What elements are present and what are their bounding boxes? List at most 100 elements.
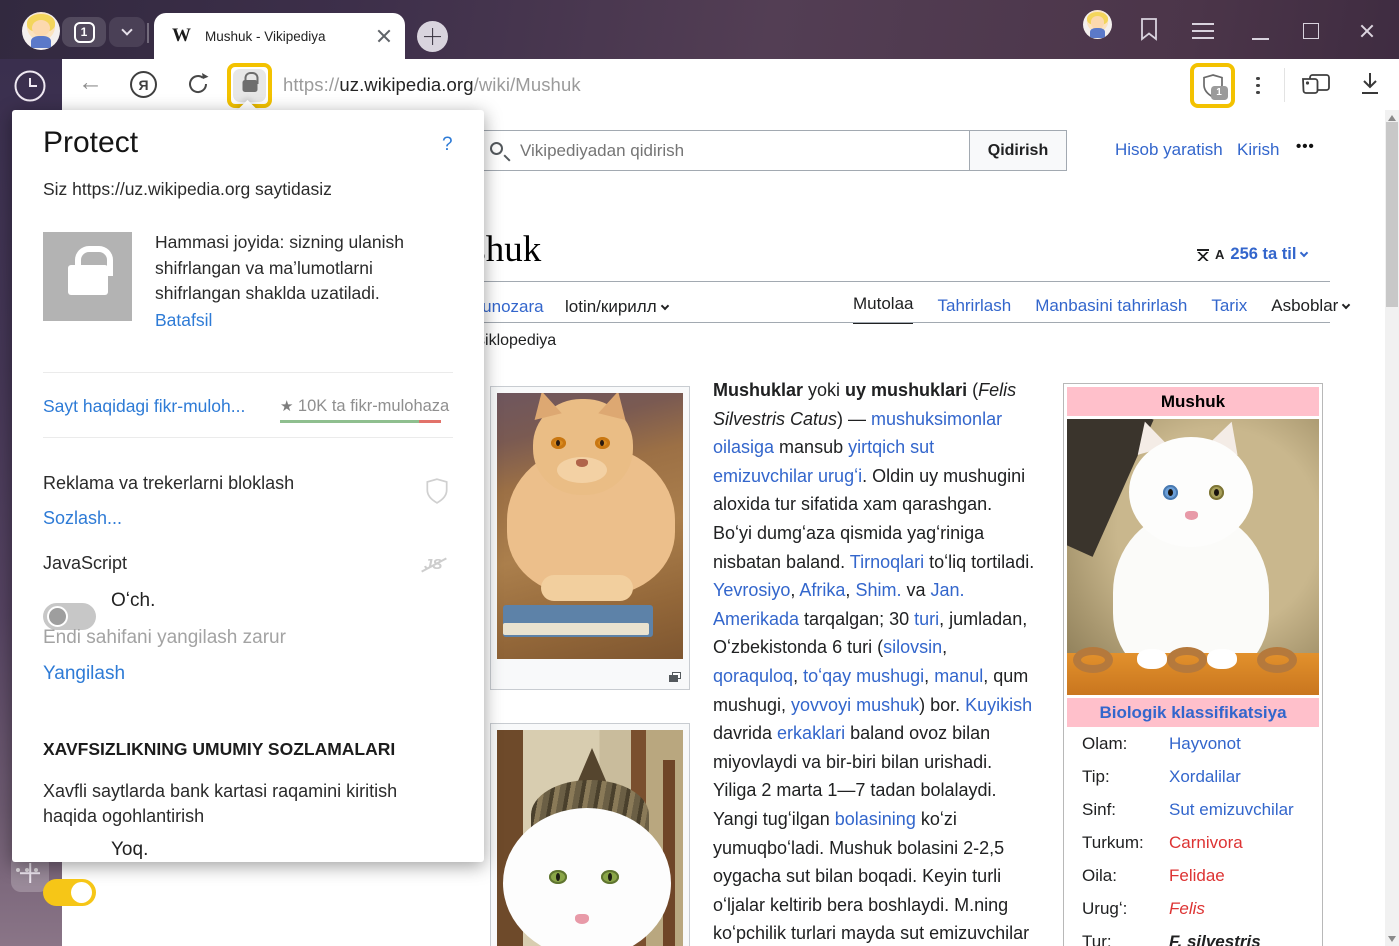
article-link[interactable]: Afrika [799, 580, 845, 600]
address-bar[interactable]: https://uz.wikipedia.org/wiki/Mushuk [283, 74, 581, 96]
taxonomy-value-link[interactable]: Hayvonot [1169, 734, 1241, 754]
bank-warning-text: Xavfli saytlarda bank kartasi raqamini k… [43, 779, 421, 829]
article-link[interactable]: bolasining [835, 809, 916, 829]
refresh-icon[interactable] [185, 71, 211, 97]
ads-settings-link[interactable]: Sozlash... [43, 508, 122, 529]
login-link[interactable]: Kirish [1237, 140, 1280, 160]
article-text: , [845, 580, 855, 600]
more-options-icon[interactable]: ••• [1296, 138, 1315, 155]
menu-icon[interactable] [1192, 23, 1214, 39]
shield-icon: 1 [1201, 73, 1225, 99]
tab-tarix[interactable]: Tarix [1211, 296, 1247, 324]
site-feedback-link[interactable]: Sayt haqidagi fikr-muloh... [43, 396, 245, 417]
tab-close-icon[interactable] [377, 29, 391, 43]
article-text: , [924, 666, 934, 686]
yandex-icon[interactable]: Я [130, 71, 157, 98]
languages-a: A [1215, 247, 1224, 262]
scrollbar-thumb[interactable] [1386, 122, 1398, 307]
tabby-white-cat-image[interactable] [497, 730, 683, 946]
bookmarks-icon[interactable] [1138, 16, 1160, 42]
maximize-button[interactable] [1303, 23, 1319, 39]
collections-icon[interactable] [1299, 71, 1333, 99]
article-text: ) bor. [919, 695, 965, 715]
wiki-search-box[interactable] [477, 130, 970, 171]
protect-shield-button[interactable]: 1 [1190, 63, 1235, 108]
bank-warning-toggle[interactable] [43, 879, 96, 906]
variant-dropdown[interactable]: lotin/кирилл [565, 297, 668, 317]
language-selector[interactable]: A 256 ta til [1196, 245, 1307, 264]
browser-window: Qidirish Hisob yaratish Kirish ••• Mushu… [0, 0, 1399, 946]
article-text: uy mushuklari [845, 380, 967, 400]
chevron-down-icon [1342, 300, 1350, 308]
create-account-link[interactable]: Hisob yaratish [1115, 140, 1223, 160]
article-link[interactable]: Shim. [855, 580, 901, 600]
search-button[interactable]: Qidirish [969, 130, 1067, 171]
tabstrip-divider [147, 23, 149, 43]
taxonomy-label: Tur: [1082, 932, 1169, 946]
feedback-count: 10K ta fikr-mulohaza [298, 397, 449, 415]
taxonomy-value-link[interactable]: Sut emizuvchilar [1169, 800, 1294, 820]
article-link[interactable]: Yevrosiyo [713, 580, 790, 600]
taxonomy-value-link[interactable]: Xordalilar [1169, 767, 1241, 787]
refresh-page-link[interactable]: Yangilash [43, 663, 125, 685]
tab-mutolaa[interactable]: Mutolaa [853, 294, 913, 324]
article-link[interactable]: turi [914, 609, 939, 629]
adblock-shield-icon [424, 477, 450, 505]
details-link[interactable]: Batafsil [155, 310, 212, 331]
search-icon [490, 142, 503, 155]
history-clock-icon[interactable] [13, 69, 47, 103]
tab-count-badge: 1 [74, 22, 95, 43]
taxonomy-value: F. silvestris [1169, 932, 1261, 946]
taxonomy-value-link[interactable]: Felidae [1169, 866, 1225, 886]
ads-block-label: Reklama va trekerlarni bloklash [43, 473, 294, 494]
tab-tahrirlash[interactable]: Tahrirlash [937, 296, 1011, 324]
article-text: ) — [837, 409, 871, 429]
variant-label: lotin/кирилл [565, 297, 657, 317]
article-link[interactable]: silovsin [883, 637, 942, 657]
scroll-up-arrow[interactable] [1388, 115, 1396, 121]
article-text: , [942, 637, 947, 657]
white-kitten-image[interactable] [1067, 419, 1319, 695]
sidebar-more-dots-icon[interactable] [16, 868, 38, 872]
taxonomy-label: Oila: [1082, 866, 1169, 886]
article-text: Mushuklar [713, 380, 803, 400]
tab-group-expander[interactable] [109, 17, 145, 47]
article-link[interactable]: urugʻi [818, 466, 862, 486]
search-input[interactable] [520, 141, 900, 161]
article-link[interactable]: yovvoyi mushuk [791, 695, 919, 715]
new-tab-button[interactable] [417, 21, 448, 52]
profile-avatar[interactable] [22, 12, 60, 50]
blocked-count-badge: 1 [1211, 86, 1228, 100]
enlarge-icon[interactable] [669, 672, 681, 682]
profile-avatar-small[interactable] [1083, 10, 1112, 39]
divider [43, 437, 453, 438]
article-link[interactable]: qoraquloq [713, 666, 793, 686]
downloads-icon[interactable] [1357, 70, 1383, 98]
ginger-cat-image[interactable] [497, 393, 683, 659]
taxonomy-row: Urugʻ: Felis [1067, 892, 1319, 925]
javascript-toggle[interactable] [43, 603, 96, 630]
article-link[interactable]: erkaklari [777, 723, 845, 743]
taxonomy-label: Urugʻ: [1082, 899, 1169, 919]
article-text: tarqalgan; 30 [799, 609, 914, 629]
article-image-frame[interactable] [490, 723, 690, 946]
article-link[interactable]: manul [934, 666, 983, 686]
scroll-down-arrow[interactable] [1388, 936, 1396, 942]
taxonomy-value-link[interactable]: Carnivora [1169, 833, 1243, 853]
url-path: /wiki/Mushuk [474, 74, 581, 95]
url-host: uz.wikipedia.org [339, 74, 473, 95]
minimize-button[interactable] [1252, 38, 1269, 40]
taxonomy-value-link[interactable]: Felis [1169, 899, 1205, 919]
tab-group-counter[interactable]: 1 [62, 17, 106, 47]
article-text: yoki [803, 380, 845, 400]
browser-tab[interactable]: W Mushuk - Vikipediya [154, 13, 405, 59]
article-link[interactable]: Kuyikish [965, 695, 1032, 715]
tools-dropdown[interactable]: Asboblar [1271, 296, 1349, 324]
help-icon[interactable]: ? [442, 134, 453, 156]
article-image-frame[interactable] [490, 386, 690, 690]
javascript-toggle-state: Oʻch. [111, 590, 155, 612]
tab-manbasini-tahrirlash[interactable]: Manbasini tahrirlash [1035, 296, 1187, 324]
back-button[interactable]: ← [78, 68, 103, 97]
article-link[interactable]: toʻqay mushugi [803, 666, 924, 686]
toolbar-more-icon[interactable] [1256, 73, 1260, 98]
